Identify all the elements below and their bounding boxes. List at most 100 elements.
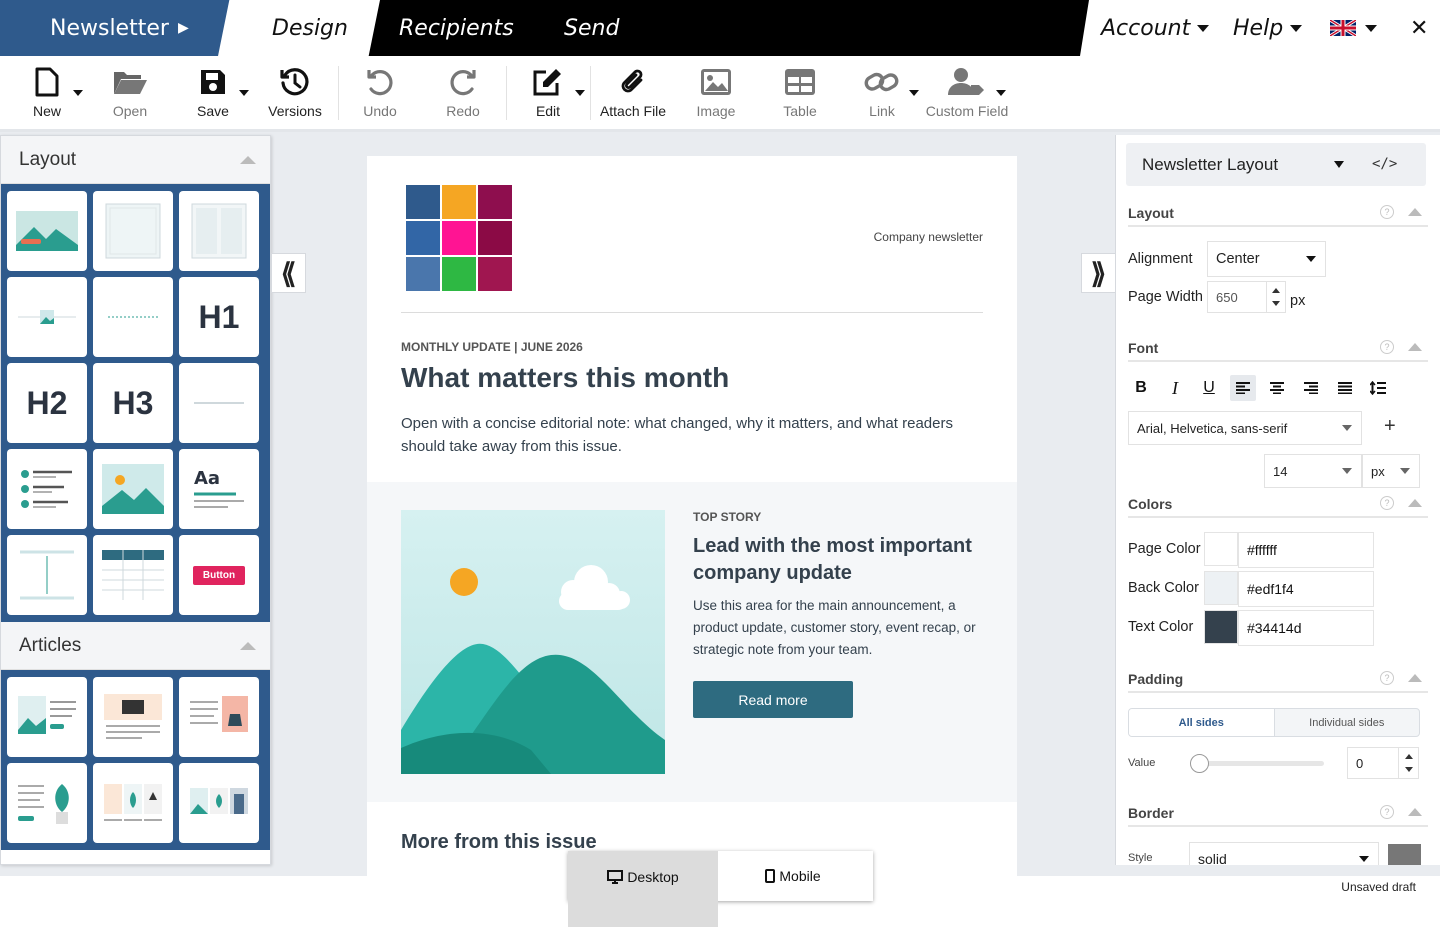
table-button[interactable]: Table [778,62,822,126]
back-color-input[interactable]: #edf1f4 [1238,571,1374,607]
company-logo[interactable] [406,185,512,291]
versions-button[interactable]: Versions [266,62,324,126]
padding-properties-header[interactable]: Padding ? [1128,671,1428,693]
intro-paragraph[interactable]: Open with a concise editorial note: what… [401,412,981,458]
step-up-icon[interactable] [1272,288,1280,293]
help-icon[interactable]: ? [1380,340,1394,354]
save-button[interactable]: Save [194,62,232,126]
new-dropdown[interactable] [73,62,85,126]
account-menu[interactable]: Account [1101,0,1210,56]
italic-button[interactable]: I [1162,375,1188,401]
block-image-divider[interactable] [7,277,87,357]
step-down-icon[interactable] [1272,301,1280,306]
block-image[interactable] [93,449,173,529]
block-boxed-section[interactable] [93,191,173,271]
collapse-up-icon[interactable] [1408,808,1422,816]
collapse-up-icon[interactable] [1408,343,1422,351]
top-story-kicker[interactable]: TOP STORY [693,510,761,524]
help-menu[interactable]: Help [1233,0,1303,56]
step-up-icon[interactable] [1405,754,1413,759]
help-icon[interactable]: ? [1380,805,1394,819]
alignment-select[interactable]: Center [1207,241,1326,277]
element-selector[interactable]: Newsletter Layout </> [1126,143,1426,186]
align-center-button[interactable] [1264,375,1290,401]
newsletter-canvas[interactable]: Company newsletter MONTHLY UPDATE | JUNE… [367,156,1017,876]
article-image-top[interactable] [93,677,173,757]
block-h2[interactable]: H2 [7,363,87,443]
link-dropdown[interactable] [909,62,921,126]
font-size-select[interactable]: 14 [1264,454,1362,488]
newsletter-menu-button[interactable]: Newsletter ▶ [0,0,232,56]
edit-button[interactable]: Edit [528,62,568,126]
desktop-view-button[interactable]: Desktop [568,851,718,927]
close-icon[interactable]: ✕ [1410,0,1428,56]
help-icon[interactable]: ? [1380,671,1394,685]
step-down-icon[interactable] [1405,767,1413,772]
issue-kicker[interactable]: MONTHLY UPDATE | JUNE 2026 [401,340,583,354]
border-color-swatch[interactable] [1388,844,1421,865]
tab-recipients[interactable]: Recipients [399,0,514,56]
company-newsletter-text[interactable]: Company newsletter [874,230,983,244]
page-color-input[interactable]: #ffffff [1238,532,1374,568]
font-unit-select[interactable]: px [1362,454,1420,488]
padding-slider-track[interactable] [1196,761,1324,766]
block-spacer[interactable] [7,535,87,615]
padding-slider-handle[interactable] [1190,754,1209,773]
article-image-left[interactable] [7,677,87,757]
image-button[interactable]: Image [694,62,738,126]
help-icon[interactable]: ? [1380,496,1394,510]
tab-send[interactable]: Send [564,0,619,56]
collapse-up-icon[interactable] [1408,499,1422,507]
align-left-button[interactable] [1230,375,1256,401]
save-dropdown[interactable] [239,62,251,126]
collapse-up-icon[interactable] [1408,208,1422,216]
layout-section-header[interactable]: Layout [1,136,270,184]
layout-properties-header[interactable]: Layout ? [1128,205,1428,227]
collapse-up-icon[interactable] [240,155,256,164]
block-two-columns[interactable] [179,191,259,271]
font-properties-header[interactable]: Font ? [1128,340,1428,362]
collapse-left-panel-button[interactable]: ⟪ [271,253,306,293]
edit-dropdown[interactable] [575,62,587,126]
block-checklist[interactable] [7,449,87,529]
articles-section-header[interactable]: Articles [1,622,270,670]
block-dotted-divider[interactable] [93,277,173,357]
add-font-icon[interactable]: + [1384,415,1396,438]
help-icon[interactable]: ? [1380,205,1394,219]
text-color-swatch[interactable] [1204,610,1238,644]
border-properties-header[interactable]: Border ? [1128,805,1428,827]
new-button[interactable]: New [26,62,68,126]
underline-button[interactable]: U [1196,375,1222,401]
padding-individual-sides-tab[interactable]: Individual sides [1275,709,1420,736]
top-story-body[interactable]: Use this area for the main announcement,… [693,595,983,661]
collapse-up-icon[interactable] [1408,674,1422,682]
font-family-select[interactable]: Arial, Helvetica, sans-serif [1128,411,1362,445]
redo-button[interactable]: Redo [443,62,483,126]
block-h1[interactable]: H1 [179,277,259,357]
article-image-right[interactable] [179,677,259,757]
block-image-banner[interactable] [7,191,87,271]
attach-file-button[interactable]: Attach File [600,62,666,126]
block-h3[interactable]: H3 [93,363,173,443]
block-text[interactable]: Aa [179,449,259,529]
link-button[interactable]: Link [862,62,902,126]
collapse-right-panel-button[interactable]: ⟫ [1081,253,1116,293]
undo-button[interactable]: Undo [360,62,400,126]
language-menu[interactable] [1330,0,1377,56]
back-color-swatch[interactable] [1204,571,1238,605]
page-width-stepper[interactable] [1266,281,1286,313]
issue-headline[interactable]: What matters this month [401,362,729,394]
line-height-button[interactable] [1365,375,1391,401]
bold-button[interactable]: B [1128,375,1154,401]
border-style-select[interactable]: solid [1189,842,1379,865]
code-view-icon[interactable]: </> [1372,156,1397,172]
top-story-headline[interactable]: Lead with the most important company upd… [693,533,993,587]
block-table[interactable] [93,535,173,615]
article-plant-right[interactable] [7,763,87,843]
read-more-button[interactable]: Read more [693,681,853,718]
custom-field-dropdown[interactable] [996,62,1008,126]
colors-properties-header[interactable]: Colors ? [1128,496,1428,518]
padding-stepper[interactable] [1398,747,1419,779]
page-color-swatch[interactable] [1204,532,1238,566]
article-three-images[interactable] [93,763,173,843]
